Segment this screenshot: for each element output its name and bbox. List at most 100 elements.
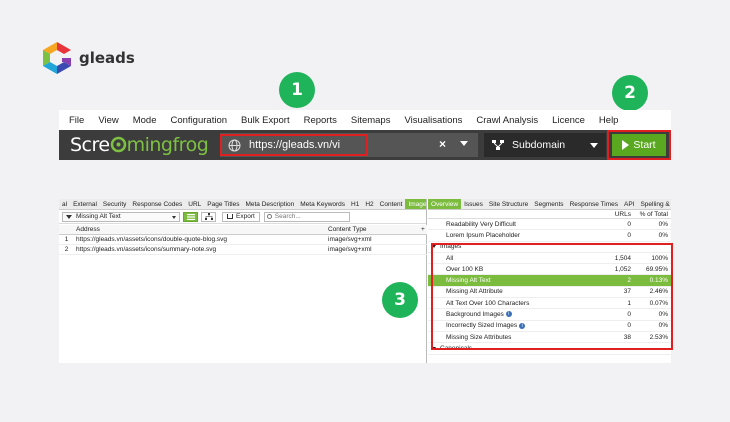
tree-icon	[204, 213, 213, 220]
list-view-button[interactable]	[183, 211, 198, 222]
filter-value: Missing Alt Text	[76, 213, 121, 220]
logo-text-2: mingfrog	[126, 134, 209, 156]
step-badge-3: 3	[382, 282, 418, 318]
step-badge-2: 2	[612, 75, 648, 111]
tab-overview[interactable]: Overview	[428, 199, 462, 209]
tab-segments[interactable]: Segments	[531, 199, 566, 209]
tab-issues[interactable]: Issues	[461, 199, 486, 209]
chevron-down-icon	[590, 143, 598, 148]
screaming-frog-logo: Scre mingfrog	[70, 134, 209, 156]
filter-row: Missing Alt Text Export Search...	[59, 210, 426, 224]
table-header: Address Content Type +	[59, 225, 427, 235]
tab-external[interactable]: External	[70, 199, 100, 209]
play-icon	[622, 140, 630, 150]
row-address: https://gleads.vn/assets/icons/summary-n…	[76, 246, 217, 253]
logo-text-1: Scre	[70, 134, 110, 156]
filter-select[interactable]: Missing Alt Text	[62, 211, 180, 222]
mode-select[interactable]: Subdomain	[484, 133, 606, 157]
col-urls: URLs	[614, 210, 631, 218]
menu-bar: File View Mode Configuration Bulk Export…	[59, 110, 671, 130]
tab-content[interactable]: Content	[377, 199, 406, 209]
row-address: https://gleads.vn/assets/icons/double-qu…	[76, 236, 228, 243]
menu-help[interactable]: Help	[599, 115, 619, 126]
overview-row[interactable]: Readability Very Difficult 0 0%	[428, 219, 671, 231]
tab-url[interactable]: URL	[185, 199, 204, 209]
overview-row-text: Lorem Ipsum Placeholder	[446, 231, 521, 239]
col-content-type[interactable]: Content Type	[326, 226, 421, 233]
menu-crawl-analysis[interactable]: Crawl Analysis	[476, 115, 538, 126]
row-num: 1	[64, 236, 69, 243]
tab-meta-keywords[interactable]: Meta Keywords	[297, 199, 348, 209]
results-tabs: al External Security Response Codes URL …	[59, 199, 426, 210]
tab-response-times[interactable]: Response Times	[567, 199, 621, 209]
tree-view-button[interactable]	[201, 211, 216, 222]
table-row[interactable]: 1 https://gleads.vn/assets/icons/double-…	[59, 235, 427, 245]
export-icon	[227, 214, 233, 219]
col-address[interactable]: Address	[74, 226, 326, 233]
clear-icon[interactable]: ×	[439, 137, 446, 151]
overview-row-urls: 0	[627, 220, 631, 228]
row-type: image/svg+xml	[328, 236, 372, 243]
url-bar[interactable]: https://gleads.vn/vi ×	[220, 133, 478, 157]
overview-row-pct: 0%	[658, 231, 668, 239]
tab-response-codes[interactable]: Response Codes	[129, 199, 185, 209]
menu-bulk-export[interactable]: Bulk Export	[241, 115, 290, 126]
search-placeholder: Search...	[274, 213, 301, 220]
url-dropdown-icon[interactable]	[460, 141, 468, 146]
menu-sitemaps[interactable]: Sitemaps	[351, 115, 391, 126]
filter-icon	[66, 214, 72, 219]
list-icon	[186, 213, 195, 220]
start-highlight: Start	[607, 130, 671, 160]
globe-icon	[228, 139, 241, 151]
tab-images[interactable]: Images	[405, 199, 426, 209]
table-row[interactable]: 2 https://gleads.vn/assets/icons/summary…	[59, 245, 427, 255]
tab-page-titles[interactable]: Page Titles	[204, 199, 242, 209]
overview-tabs: Overview Issues Site Structure Segments …	[428, 199, 671, 210]
tab-site-structure[interactable]: Site Structure	[486, 199, 531, 209]
tab-security[interactable]: Security	[100, 199, 129, 209]
app-window-bottom: al External Security Response Codes URL …	[59, 199, 673, 363]
menu-mode[interactable]: Mode	[133, 115, 157, 126]
mode-label: Subdomain	[512, 139, 566, 151]
row-num: 2	[64, 246, 69, 253]
overview-row-urls: 0	[627, 231, 631, 239]
overview-row-label: Readability Very Difficult	[428, 221, 600, 228]
menu-view[interactable]: View	[98, 115, 118, 126]
col-pct: % of Total	[639, 210, 668, 218]
overview-header: URLs % of Total	[428, 210, 671, 219]
menu-licence[interactable]: Licence	[552, 115, 585, 126]
overview-row[interactable]: Lorem Ipsum Placeholder 0 0%	[428, 230, 671, 242]
url-text: https://gleads.vn/vi	[249, 139, 341, 151]
menu-file[interactable]: File	[69, 115, 84, 126]
brand-name: gleads	[79, 49, 135, 67]
menu-configuration[interactable]: Configuration	[171, 115, 228, 126]
start-button[interactable]: Start	[612, 134, 666, 156]
overview-row-label: Lorem Ipsum Placeholder	[428, 232, 600, 239]
gleads-logo-icon	[43, 42, 71, 74]
step-badge-1: 1	[279, 72, 315, 108]
url-input[interactable]: https://gleads.vn/vi	[220, 134, 368, 156]
toolbar: Scre mingfrog https://gleads.vn/vi × Subd…	[59, 130, 671, 160]
tab-h1[interactable]: H1	[348, 199, 362, 209]
tab-al[interactable]: al	[59, 199, 70, 209]
row-type: image/svg+xml	[328, 246, 372, 253]
tab-meta-description[interactable]: Meta Description	[242, 199, 297, 209]
chevron-down-icon	[172, 215, 176, 219]
export-label: Export	[236, 213, 255, 220]
add-column-button[interactable]: +	[421, 226, 427, 233]
tab-spelling[interactable]: Spelling & G	[637, 199, 671, 209]
frog-icon	[110, 136, 126, 153]
search-input[interactable]: Search...	[263, 211, 350, 222]
menu-visualisations[interactable]: Visualisations	[404, 115, 462, 126]
tab-h2[interactable]: H2	[362, 199, 376, 209]
overview-row-pct: 0%	[658, 220, 668, 228]
app-window-top: File View Mode Configuration Bulk Export…	[59, 110, 671, 160]
menu-reports[interactable]: Reports	[304, 115, 337, 126]
results-table: Address Content Type + 1 https://gleads.…	[59, 225, 427, 255]
results-pane: al External Security Response Codes URL …	[59, 199, 427, 363]
search-icon	[266, 214, 272, 219]
images-highlight-box	[431, 243, 673, 350]
tab-api[interactable]: API	[621, 199, 637, 209]
export-button[interactable]: Export	[222, 211, 260, 222]
gleads-logo: gleads	[40, 40, 135, 76]
